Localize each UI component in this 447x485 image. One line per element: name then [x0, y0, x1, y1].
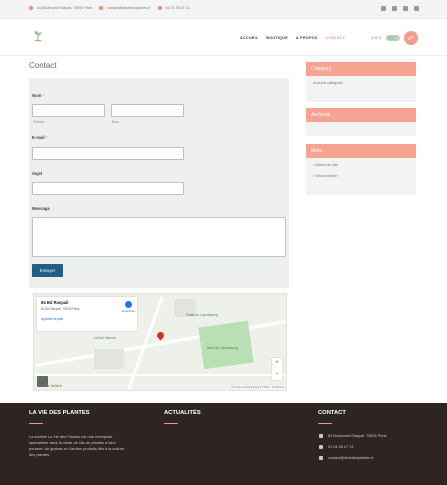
footer-about-title: LA VIE DES PLANTES	[29, 410, 90, 416]
contact-form: Nom * Prénom Nom E-mail * Sujet Message …	[29, 78, 289, 288]
nav-a-propos[interactable]: À PROPOS	[296, 36, 318, 40]
map-credit: Données cartographiques ©2023 · Conditio…	[231, 386, 284, 389]
page-title: Contact	[29, 61, 57, 70]
widget-meta-title: Meta	[306, 144, 416, 158]
widget-category: Category Aucune catégorie	[306, 62, 416, 102]
directions-label[interactable]: Itinéraires	[122, 309, 135, 313]
footer-divider	[164, 423, 178, 424]
meta-item[interactable]: › Déconnexion	[313, 174, 409, 178]
message-label: Message	[32, 206, 50, 211]
footer-about-text: La société La Vie des Plantes est une en…	[29, 434, 125, 457]
site-header: ACCUEIL BOUTIQUE À PROPOS CONTACT 0,00 €…	[0, 19, 447, 56]
subject-field[interactable]	[32, 182, 184, 195]
message-textarea[interactable]	[32, 217, 286, 257]
map-zoom-control: + −	[272, 358, 282, 380]
footer-news-title: ACTUALITÉS	[164, 410, 201, 416]
cart-total: 0,00 €	[371, 36, 382, 40]
phone-icon	[319, 445, 323, 449]
phone-icon	[157, 6, 162, 10]
top-phone[interactable]: 01 04 28 07 13	[166, 6, 190, 10]
footer-address: 84 Boulevard Raspail, 75006 Paris	[319, 434, 386, 438]
widget-category-title: Category	[306, 62, 416, 76]
cart-icon[interactable]: ☍	[403, 31, 418, 45]
mail-icon	[99, 6, 104, 10]
first-name-input[interactable]	[32, 104, 105, 117]
map-pin-icon[interactable]	[155, 330, 166, 341]
facebook-icon[interactable]	[381, 6, 386, 11]
last-name-sublabel: Nom	[112, 120, 119, 124]
main-nav: ACCUEIL BOUTIQUE À PROPOS CONTACT	[240, 36, 345, 40]
top-bar: 84 Boulevard Raspail, 75006 Paris contac…	[0, 0, 447, 19]
street-view-icon[interactable]	[37, 376, 48, 387]
map-label: Palais du Luxembourg	[186, 313, 218, 317]
nav-accueil[interactable]: ACCUEIL	[240, 36, 258, 40]
directions-icon[interactable]	[125, 301, 132, 308]
zoom-out-button[interactable]: −	[272, 369, 282, 380]
map-place-address: 84 Bd Raspail, 75006 Paris	[41, 307, 80, 311]
map-park	[198, 320, 254, 370]
footer-email[interactable]: contact@laviedesplantes.fr	[319, 456, 374, 460]
widget-meta: Meta › Admin du site › Déconnexion	[306, 144, 416, 195]
embedded-map[interactable]: Palais du Luxembourg Jardin du Luxembour…	[33, 293, 287, 391]
cart-widget[interactable]: 0,00 € ☍	[371, 31, 418, 45]
email-field[interactable]	[32, 147, 184, 160]
footer-divider	[29, 423, 43, 424]
first-name-sublabel: Prénom	[33, 120, 45, 124]
top-contact-info: 84 Boulevard Raspail, 75006 Paris contac…	[28, 5, 190, 11]
footer-phone[interactable]: 01 04 28 07 13	[319, 445, 353, 449]
cart-toggle[interactable]	[385, 35, 400, 41]
map-larger-link[interactable]: Agrandir le plan	[41, 317, 133, 321]
location-icon	[319, 434, 323, 438]
widget-archives: Archives	[306, 108, 416, 136]
top-email[interactable]: contact@laviedesplantes.fr	[107, 6, 150, 10]
nav-contact[interactable]: CONTACT	[326, 36, 346, 40]
subject-label: Sujet	[32, 171, 43, 176]
last-name-input[interactable]	[111, 104, 184, 117]
youtube-icon[interactable]	[414, 6, 419, 11]
social-links	[381, 6, 419, 11]
name-label: Nom *	[32, 93, 45, 98]
location-icon	[28, 5, 34, 11]
category-item[interactable]: Aucune catégorie	[313, 81, 409, 85]
twitter-icon[interactable]	[392, 6, 397, 11]
footer-divider	[318, 423, 332, 424]
site-footer: LA VIE DES PLANTES La société La Vie des…	[0, 403, 447, 485]
email-label: E-mail *	[32, 135, 48, 140]
instagram-icon[interactable]	[403, 6, 408, 11]
map-road	[34, 374, 286, 376]
map-block	[94, 349, 124, 369]
mail-icon	[319, 456, 323, 460]
widget-archives-title: Archives	[306, 108, 416, 122]
send-button[interactable]: Envoyer	[32, 264, 63, 277]
site-logo[interactable]	[33, 30, 43, 42]
nav-boutique[interactable]: BOUTIQUE	[266, 36, 288, 40]
map-label: Le Bon Marché	[94, 336, 116, 340]
map-label: Jardin du Luxembourg	[206, 346, 238, 350]
map-info-card: 84 Bd Raspail 84 Bd Raspail, 75006 Paris…	[37, 297, 137, 331]
top-address: 84 Boulevard Raspail, 75006 Paris	[37, 6, 93, 10]
footer-contact-title: CONTACT	[318, 410, 346, 416]
meta-item[interactable]: › Admin du site	[313, 163, 409, 167]
zoom-in-button[interactable]: +	[272, 358, 282, 369]
map-place-name: 84 Bd Raspail	[41, 300, 69, 305]
